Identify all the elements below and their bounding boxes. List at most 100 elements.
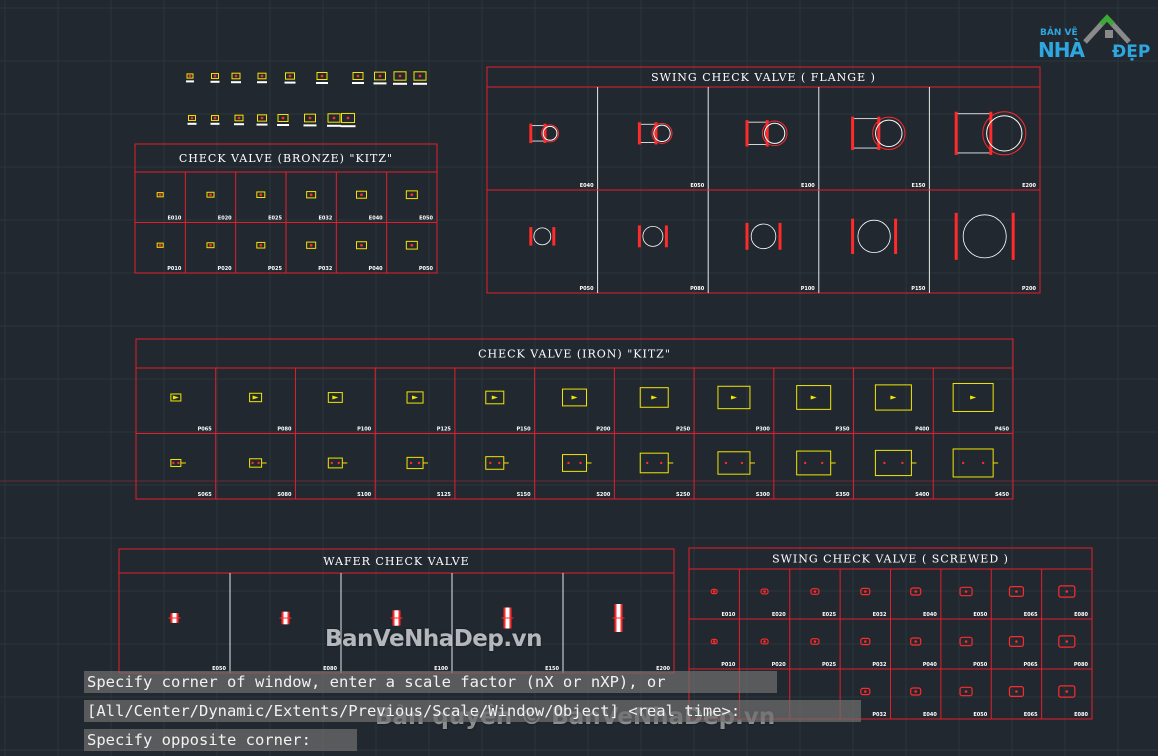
valve-label: P100 (801, 286, 816, 292)
valve-symbol (851, 218, 898, 254)
valve-symbol (186, 73, 194, 83)
valve-symbol (306, 191, 317, 199)
valve-label: E040 (369, 216, 383, 222)
command-line-prompt[interactable]: Specify opposite corner: (84, 729, 357, 751)
valve-symbol (405, 240, 418, 250)
valve-symbol (373, 71, 387, 85)
valve-label: P400 (915, 427, 930, 433)
valve-symbol (256, 114, 268, 126)
valve-symbol (356, 241, 367, 250)
valve-label: P032 (872, 662, 887, 668)
site-logo: BẢN VẼ NHÀ ĐẸP (1036, 12, 1152, 70)
panel-title-flange: SWING CHECK VALVE ( FLANGE ) (651, 71, 876, 84)
valve-label: E080 (1074, 612, 1088, 618)
valve-symbol (316, 72, 328, 84)
valve-symbol (745, 120, 788, 147)
valve-label: P050 (579, 286, 594, 292)
valve-label: E025 (268, 216, 282, 222)
valve-symbol (327, 392, 343, 403)
valve-label: S350 (835, 492, 850, 498)
valve-symbol (327, 113, 341, 127)
panel-iron: CHECK VALVE (IRON) "KITZ" P065 P080 P100 P12… (135, 338, 1014, 500)
valve-label: P065 (1024, 662, 1039, 668)
valve-label: P032 (872, 712, 887, 718)
valve-label: E100 (801, 183, 815, 189)
valve-label: E150 (912, 183, 926, 189)
valve-symbol (156, 192, 164, 198)
valve-label: S150 (517, 492, 532, 498)
valve-symbol (485, 456, 509, 470)
valve-symbol (170, 458, 186, 467)
valve-symbol (187, 115, 197, 125)
valve-symbol (406, 456, 429, 470)
valve-label: P300 (756, 427, 771, 433)
logo-text-main: NHÀ (1038, 38, 1085, 62)
valve-label: S065 (198, 492, 213, 498)
valve-symbol (306, 241, 317, 249)
command-line-history-2: [All/Center/Dynamic/Extents/Previous/Sca… (84, 700, 861, 722)
valve-symbol (529, 123, 559, 144)
panel-wafer: WAFER CHECK VALVEE050 E080 E100 E150 E200 (118, 548, 675, 674)
valve-label: P200 (1022, 286, 1037, 292)
drawing-canvas[interactable]: CHECK VALVE (BRONZE) "KITZ" E010 E020 E025 E… (0, 0, 1158, 756)
valve-symbol (279, 611, 292, 625)
valve-label: S100 (357, 492, 372, 498)
valve-label: E010 (167, 216, 181, 222)
valve-symbol (717, 451, 755, 475)
valve-symbol (405, 190, 418, 200)
valve-symbol (760, 638, 769, 645)
valve-label: P350 (835, 427, 850, 433)
valve-symbol (874, 449, 917, 477)
valve-symbol (529, 227, 556, 246)
valve-label: E032 (873, 612, 887, 618)
valve-label: P080 (1074, 662, 1089, 668)
valve-label: E040 (923, 712, 937, 718)
valve-symbol (210, 73, 220, 83)
valve-label: P150 (517, 427, 532, 433)
panel-title-screwed: SWING CHECK VALVE ( SCREWED ) (772, 553, 1009, 566)
valve-label: P010 (721, 662, 736, 668)
drawing-panels: CHECK VALVE (BRONZE) "KITZ" E010 E020 E025 E… (118, 66, 1093, 720)
valve-label: E050 (973, 612, 987, 618)
valve-label: P020 (218, 266, 233, 272)
valve-symbol (639, 452, 674, 474)
valve-symbol (168, 613, 181, 623)
panel-bronze: CHECK VALVE (BRONZE) "KITZ" E010 E020 E025 E… (134, 143, 438, 274)
valve-label: S250 (676, 492, 691, 498)
valve-label: E050 (973, 712, 987, 718)
valve-symbol (796, 385, 832, 410)
valve-symbol (231, 72, 241, 84)
valve-label: E050 (419, 216, 433, 222)
logo-text-end: ĐẸP (1112, 42, 1151, 62)
valve-symbol (234, 114, 244, 126)
valve-symbol (170, 393, 182, 402)
valve-label: E020 (772, 612, 786, 618)
valve-label: P025 (268, 266, 283, 272)
panel-title-wafer: WAFER CHECK VALVE (323, 555, 469, 568)
valve-symbol (352, 72, 364, 84)
valve-symbol (485, 390, 505, 405)
valve-symbol (1058, 685, 1076, 698)
valve-symbol (639, 387, 669, 408)
valve-symbol (406, 391, 424, 404)
logo-text-top: BẢN VẼ (1040, 28, 1078, 38)
valve-symbol (562, 388, 587, 407)
valve-label: E010 (722, 612, 736, 618)
watermark-site: BanVeNhaDep.vn (325, 626, 542, 652)
valve-symbol (356, 190, 367, 199)
valve-symbol (327, 457, 348, 469)
valve-symbol (637, 225, 668, 248)
valve-symbol (340, 112, 356, 128)
valve-label: E050 (690, 183, 704, 189)
panel-screwed: SWING CHECK VALVE ( SCREWED ) E010 E020 E02… (688, 547, 1093, 720)
valve-symbol (810, 638, 820, 645)
loose-symbol-cluster (186, 71, 427, 128)
valve-symbol (277, 114, 289, 126)
valve-symbol (249, 458, 267, 468)
valve-symbol (413, 71, 427, 85)
valve-label: P450 (995, 427, 1010, 433)
valve-label: P050 (973, 662, 988, 668)
valve-symbol (860, 687, 871, 696)
valve-symbol (284, 72, 296, 84)
valve-symbol (637, 122, 673, 145)
